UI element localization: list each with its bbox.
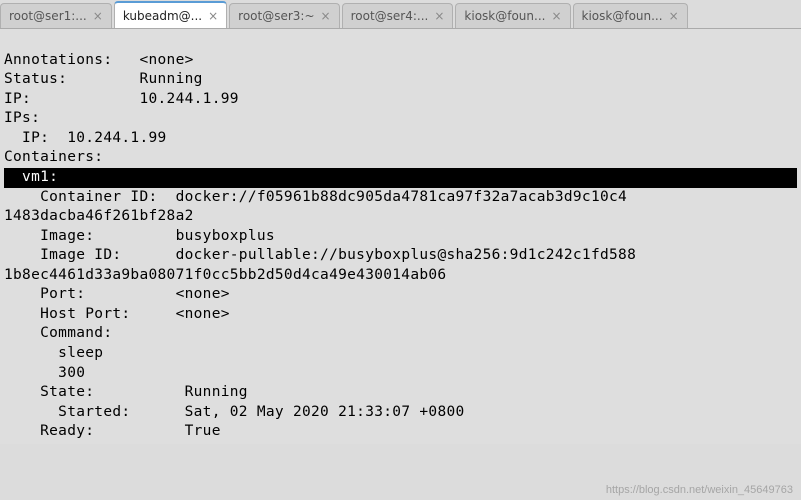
val-state: Running	[185, 384, 248, 400]
container-header: vm1:	[4, 168, 797, 188]
tab-kiosk-foun-2[interactable]: kiosk@foun... ×	[573, 3, 688, 28]
val-image: busyboxplus	[176, 228, 275, 244]
terminal-output[interactable]: Annotations: <none> Status: Running IP: …	[0, 29, 801, 444]
tab-root-ser1[interactable]: root@ser1:... ×	[0, 3, 112, 28]
val-image-id-2: 1b8ec4461d33a9ba08071f0cc5bb2d50d4ca49e4…	[4, 267, 446, 283]
tab-kiosk-foun-1[interactable]: kiosk@foun... ×	[455, 3, 570, 28]
close-icon[interactable]: ×	[321, 10, 331, 22]
command-2: 300	[4, 365, 85, 381]
tab-label: root@ser4:...	[351, 9, 429, 23]
close-icon[interactable]: ×	[669, 10, 679, 22]
close-icon[interactable]: ×	[208, 10, 218, 22]
val-ip: 10.244.1.99	[139, 91, 238, 107]
val-image-id-1: docker-pullable://busyboxplus@sha256:9d1…	[176, 247, 637, 263]
val-host-port: <none>	[176, 306, 230, 322]
tab-kubeadm[interactable]: kubeadm@... ×	[114, 1, 227, 28]
tab-root-ser3[interactable]: root@ser3:~ ×	[229, 3, 339, 28]
field-status: Status:	[4, 71, 67, 87]
tab-root-ser4[interactable]: root@ser4:... ×	[342, 3, 454, 28]
tab-label: kiosk@foun...	[582, 9, 663, 23]
field-port: Port:	[4, 286, 85, 302]
field-ip: IP:	[4, 91, 31, 107]
val-started: Sat, 02 May 2020 21:33:07 +0800	[185, 404, 465, 420]
tab-label: root@ser1:...	[9, 9, 87, 23]
val-annotations: <none>	[139, 52, 193, 68]
ips-line: IP: 10.244.1.99	[4, 130, 167, 146]
field-container-id: Container ID:	[4, 189, 158, 205]
field-ready: Ready:	[4, 423, 94, 439]
val-ready: True	[185, 423, 221, 439]
val-port: <none>	[176, 286, 230, 302]
field-image-id: Image ID:	[4, 247, 121, 263]
tab-label: root@ser3:~	[238, 9, 314, 23]
val-container-id-2: 1483dacba46f261bf28a2	[4, 208, 194, 224]
close-icon[interactable]: ×	[551, 10, 561, 22]
field-host-port: Host Port:	[4, 306, 130, 322]
field-image: Image:	[4, 228, 94, 244]
close-icon[interactable]: ×	[434, 10, 444, 22]
tab-label: kiosk@foun...	[464, 9, 545, 23]
field-state: State:	[4, 384, 94, 400]
field-command: Command:	[4, 325, 112, 341]
close-icon[interactable]: ×	[93, 10, 103, 22]
field-containers: Containers:	[4, 149, 103, 165]
val-status: Running	[139, 71, 202, 87]
field-started: Started:	[4, 404, 130, 420]
command-1: sleep	[4, 345, 103, 361]
watermark: https://blog.csdn.net/weixin_45649763	[606, 484, 793, 496]
tab-bar: root@ser1:... × kubeadm@... × root@ser3:~ ×…	[0, 0, 801, 29]
field-ips: IPs:	[4, 110, 40, 126]
val-container-id-1: docker://f05961b88dc905da4781ca97f32a7ac…	[176, 189, 628, 205]
tab-label: kubeadm@...	[123, 9, 202, 23]
field-annotations: Annotations:	[4, 52, 112, 68]
